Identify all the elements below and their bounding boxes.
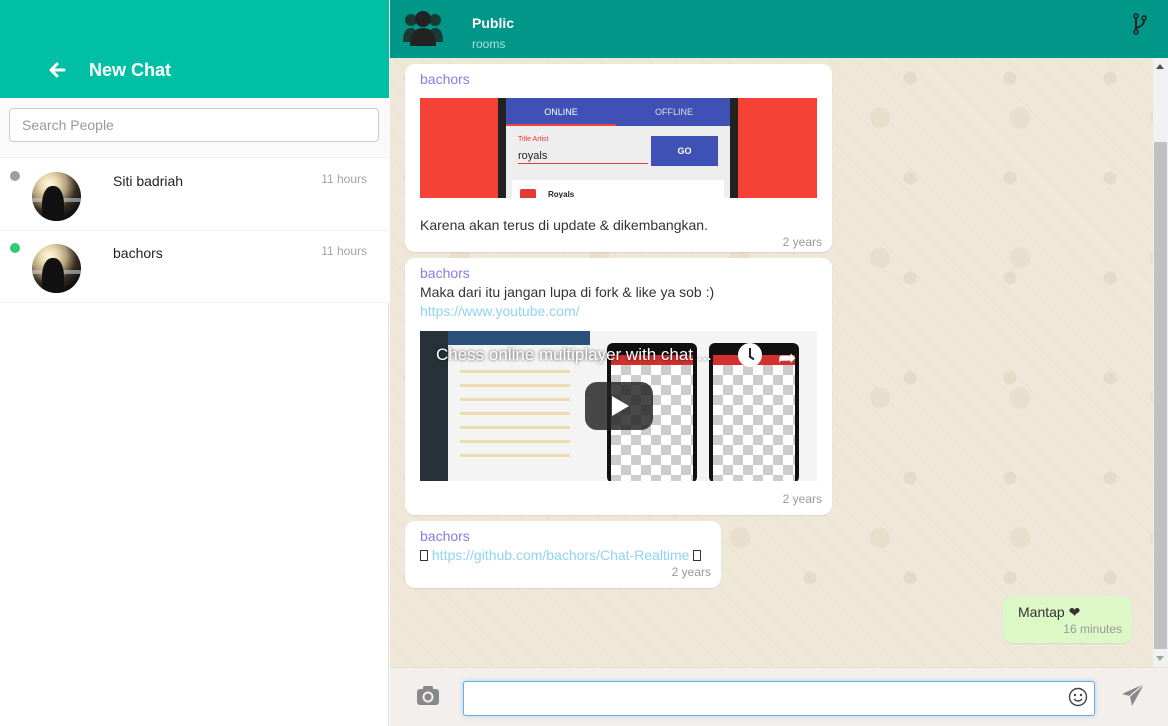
offline-status-dot bbox=[10, 171, 20, 181]
scrollbar[interactable] bbox=[1153, 58, 1168, 667]
contact-name: Siti badriah bbox=[113, 173, 184, 189]
message-image[interactable]: ONLINE OFFLINE Title Artist royals GO Ro… bbox=[420, 98, 817, 198]
avatar bbox=[32, 244, 81, 293]
paper-plane-icon[interactable] bbox=[1121, 683, 1145, 707]
avatar bbox=[32, 172, 81, 221]
code-fork-icon[interactable] bbox=[1132, 13, 1148, 35]
message-composer bbox=[390, 667, 1168, 726]
chat-header: Public rooms bbox=[390, 0, 1168, 58]
contact-time: 11 hours bbox=[321, 244, 367, 258]
message-list[interactable]: bachors ONLINE OFFLINE Title Artist roya… bbox=[390, 58, 1168, 667]
image-tab-offline: OFFLINE bbox=[654, 107, 693, 117]
search-people-input[interactable] bbox=[9, 108, 379, 142]
share-icon[interactable]: ➦ bbox=[778, 345, 796, 371]
image-tab-online: ONLINE bbox=[506, 98, 616, 126]
play-button[interactable] bbox=[585, 382, 653, 430]
scroll-thumb[interactable] bbox=[1154, 142, 1167, 649]
chat-panel: Public rooms bachors ONLINE OFFLINE Titl… bbox=[390, 0, 1168, 726]
message-bubble: bachors Maka dari itu jangan lupa di for… bbox=[405, 258, 832, 515]
online-status-dot bbox=[10, 243, 20, 253]
message-text: Mantap ❤ bbox=[1018, 604, 1081, 620]
camera-icon[interactable] bbox=[416, 684, 440, 706]
youtube-video-embed[interactable]: Chess online multiplayer with chat ... ➦ bbox=[420, 331, 817, 481]
own-message-bubble: Mantap ❤ 16 minutes bbox=[1003, 596, 1132, 643]
image-go-button: GO bbox=[651, 136, 718, 166]
phone-screenshot: ONLINE OFFLINE Title Artist royals GO Ro… bbox=[498, 98, 738, 198]
message-link[interactable]: https://www.youtube.com/ bbox=[420, 303, 580, 319]
image-result-title: Royals bbox=[548, 190, 575, 198]
image-field-value: royals bbox=[518, 150, 648, 164]
youtube-icon bbox=[520, 189, 536, 198]
message-time: 2 years bbox=[782, 492, 822, 506]
group-icon bbox=[403, 11, 443, 46]
room-title: Public bbox=[472, 15, 515, 31]
message-time: 2 years bbox=[782, 235, 822, 249]
search-bar bbox=[0, 98, 389, 158]
message-bubble: bachors ONLINE OFFLINE Title Artist roya… bbox=[405, 64, 832, 252]
message-time: 2 years bbox=[671, 565, 711, 579]
watch-later-icon[interactable] bbox=[738, 343, 762, 367]
sidebar-header: New Chat bbox=[0, 0, 389, 98]
arrow-left-icon[interactable] bbox=[48, 61, 66, 79]
sender-name: bachors bbox=[420, 528, 470, 544]
message-input[interactable] bbox=[463, 681, 1095, 716]
message-text: Maka dari itu jangan lupa di fork & like… bbox=[420, 284, 715, 300]
image-field-label: Title Artist bbox=[518, 136, 549, 143]
sender-name: bachors bbox=[420, 71, 470, 87]
sender-name: bachors bbox=[420, 265, 470, 281]
message-time: 16 minutes bbox=[1063, 622, 1122, 636]
message-bubble: bachors https://github.com/bachors/Chat-… bbox=[405, 521, 721, 588]
message-link[interactable]: https://github.com/bachors/Chat-Realtime bbox=[432, 547, 690, 563]
unknown-glyph-icon bbox=[693, 550, 702, 561]
contact-item-bachors[interactable]: bachors 11 hours bbox=[0, 231, 389, 303]
smiley-icon[interactable] bbox=[1068, 687, 1088, 707]
contact-time: 11 hours bbox=[321, 172, 367, 186]
unknown-glyph-icon bbox=[420, 550, 428, 561]
sidebar-title: New Chat bbox=[89, 60, 172, 80]
contact-name: bachors bbox=[113, 245, 163, 261]
contact-item-siti-badriah[interactable]: Siti badriah 11 hours bbox=[0, 159, 389, 231]
video-title: Chess online multiplayer with chat ... bbox=[436, 345, 712, 364]
scroll-up-arrow[interactable] bbox=[1156, 64, 1164, 69]
scroll-down-arrow[interactable] bbox=[1156, 656, 1164, 661]
sidebar: New Chat Siti badriah 11 hours bachors 1… bbox=[0, 0, 389, 726]
image-result-card: Royals bbox=[512, 180, 724, 198]
message-text: Karena akan terus di update & dikembangk… bbox=[420, 217, 708, 233]
room-subtitle: rooms bbox=[472, 37, 506, 51]
